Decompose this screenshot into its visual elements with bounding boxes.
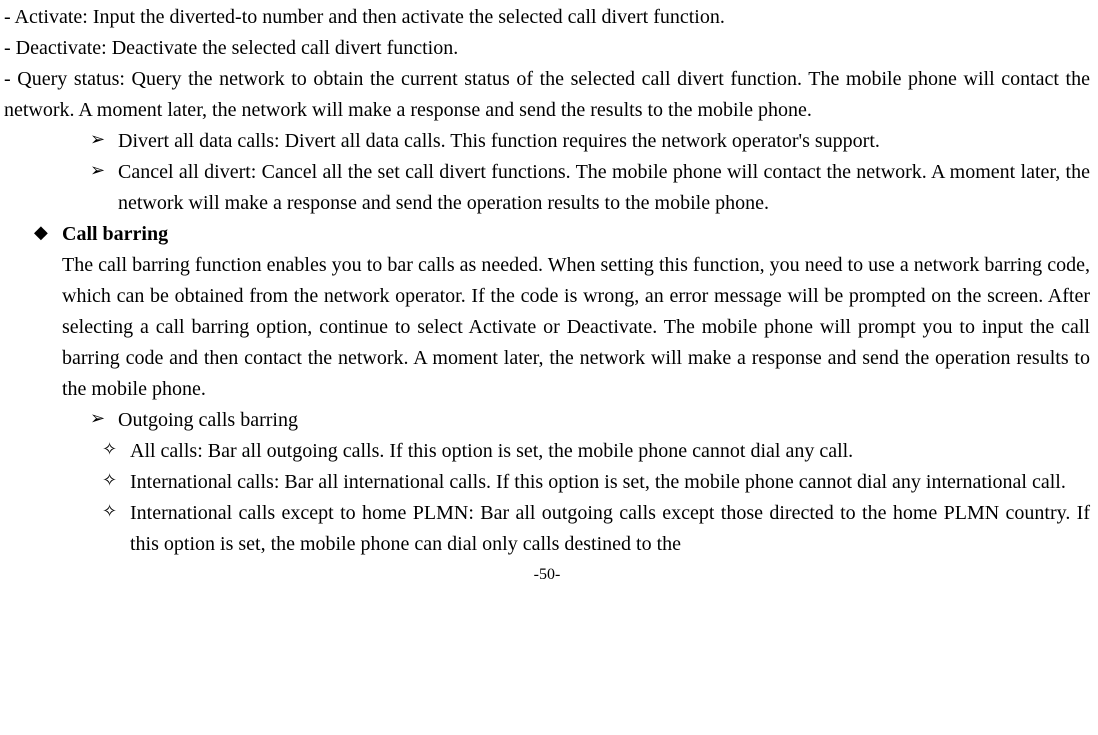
chevron-icon: ➢ bbox=[90, 126, 118, 157]
diamond-open-icon: ✧ bbox=[102, 498, 130, 560]
chevron-icon: ➢ bbox=[90, 157, 118, 219]
outgoing-all-calls: All calls: Bar all outgoing calls. If th… bbox=[130, 436, 1090, 467]
query-status-line: - Query status: Query the network to obt… bbox=[4, 64, 1090, 126]
divert-all-data-calls: Divert all data calls: Divert all data c… bbox=[118, 126, 1090, 157]
outgoing-calls-barring-header: Outgoing calls barring bbox=[118, 405, 1090, 436]
deactivate-line: - Deactivate: Deactivate the selected ca… bbox=[4, 33, 1090, 64]
page-number: -50- bbox=[4, 566, 1090, 584]
activate-line: - Activate: Input the diverted-to number… bbox=[4, 2, 1090, 33]
call-barring-body: The call barring function enables you to… bbox=[62, 250, 1090, 405]
cancel-all-divert: Cancel all divert: Cancel all the set ca… bbox=[118, 157, 1090, 219]
call-barring-title: Call barring bbox=[62, 219, 1090, 250]
diamond-solid-icon: ◆ bbox=[34, 219, 62, 250]
diamond-open-icon: ✧ bbox=[102, 436, 130, 467]
outgoing-international-calls: International calls: Bar all internation… bbox=[130, 467, 1090, 498]
diamond-open-icon: ✧ bbox=[102, 467, 130, 498]
chevron-icon: ➢ bbox=[90, 405, 118, 436]
outgoing-intl-except-home: International calls except to home PLMN:… bbox=[130, 498, 1090, 560]
